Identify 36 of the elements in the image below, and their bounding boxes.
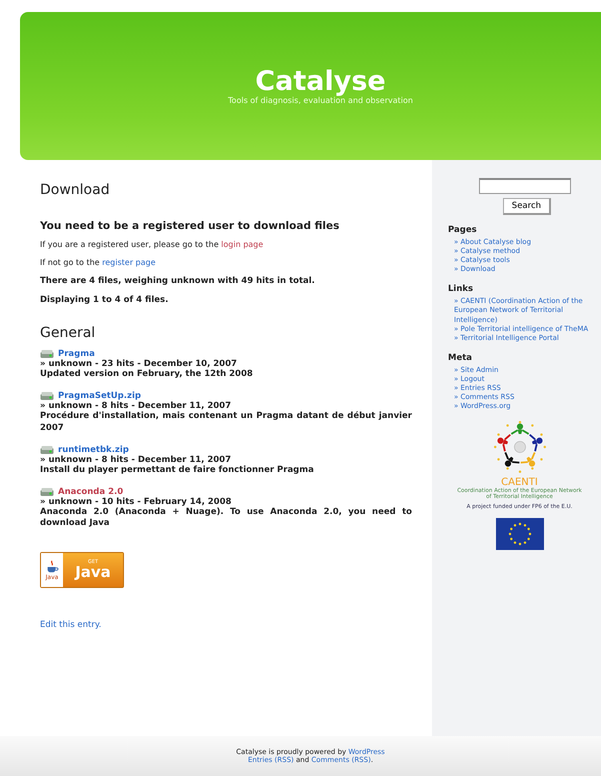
register-sentence: If not go to the register page: [40, 258, 156, 267]
file-meta: » unknown - 8 hits - December 11, 2007: [40, 400, 232, 411]
file-meta: » unknown - 8 hits - December 11, 2007: [40, 454, 232, 465]
file-meta: » unknown - 10 hits - February 14, 2008: [40, 496, 232, 507]
eu-flag-drawing: [496, 518, 544, 550]
caenti-name: CAENTI: [501, 477, 538, 488]
coffee-cup-icon: [45, 560, 59, 574]
file-description: Updated version on February, the 12th 2008: [40, 369, 254, 381]
file-description: Procédure d'installation, mais contenant un Pragma datant de début janvier 2007: [40, 410, 412, 435]
sidebar-heading: Pages: [448, 225, 478, 235]
section-heading: General: [40, 325, 96, 341]
file-meta: » unknown - 23 hits - December 10, 2007: [40, 359, 238, 369]
search-button[interactable]: Search: [502, 198, 551, 215]
drive-icon: [40, 486, 54, 497]
file-link[interactable]: Pragma: [58, 349, 95, 359]
search-field[interactable]: [479, 178, 571, 194]
site-tagline: Tools of diagnosis, evaluation and observation: [228, 96, 413, 106]
drive-icon: [40, 349, 54, 359]
sidebar-heading: Links: [448, 284, 474, 294]
page-heading: Download: [40, 182, 111, 198]
register-link[interactable]: register page: [102, 258, 156, 267]
notice-heading: You need to be a registered user to download files: [40, 220, 340, 232]
java-label: Java: [75, 565, 111, 580]
file-link[interactable]: Anaconda 2.0: [58, 486, 124, 497]
sidebar-heading: Meta: [448, 352, 474, 363]
file-link[interactable]: runtimetbk.zip: [58, 444, 129, 455]
files-summary: There are 4 files, weighing unknown with 49 hits in total.: [40, 276, 316, 286]
login-sentence: If you are a registered user, please go to the login page: [40, 240, 264, 249]
drive-icon: [40, 390, 54, 401]
file-description: Install du player permettant de faire fonctionner Pragma: [40, 464, 315, 477]
file-link[interactable]: PragmaSetUp.zip: [58, 390, 141, 401]
display-count: Displaying 1 to 4 of 4 files.: [40, 295, 170, 305]
login-link[interactable]: login page: [221, 240, 264, 249]
edit-entry-link[interactable]: Edit this entry.: [40, 620, 102, 630]
file-description: Anaconda 2.0 (Anaconda + Nuage). To use Anaconda 2.0, you need to download Java: [40, 506, 412, 530]
drive-icon: [40, 444, 54, 455]
